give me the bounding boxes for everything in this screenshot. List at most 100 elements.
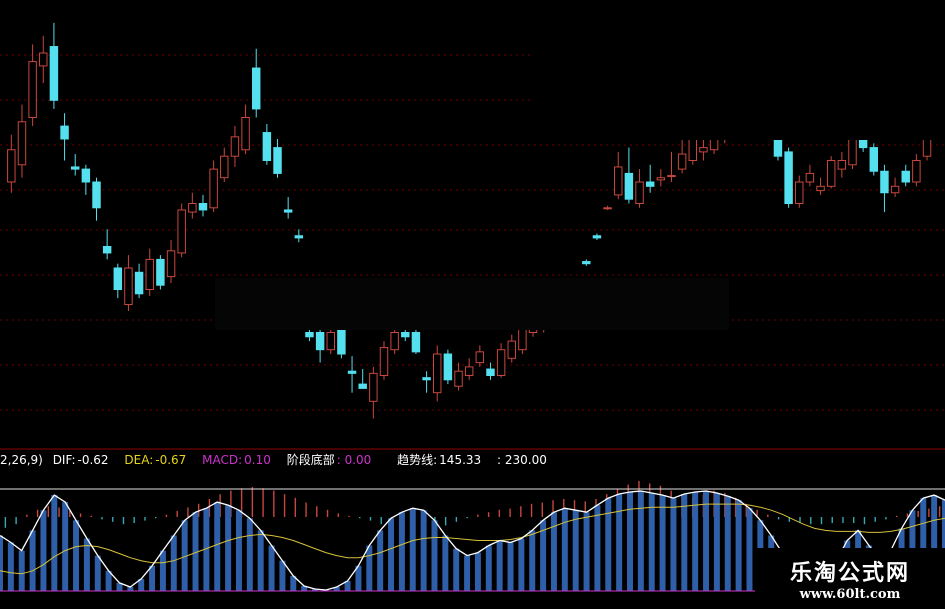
candle-body [305,332,314,338]
candle-body [869,147,879,172]
candle-body [102,246,112,254]
candle [443,349,453,385]
candle-body [390,332,399,351]
candle [667,151,676,182]
candle [912,154,921,187]
dif-readout: DIF: -0.62 [53,453,115,467]
trend-value: 145.33 [439,453,482,467]
candle [145,248,154,296]
candle-body [645,181,655,187]
watermark-name: 乐淘公式网 [789,560,910,586]
redaction-block-top-right [534,0,945,140]
candle-body [113,267,123,290]
candle [635,169,644,208]
candle [890,177,900,198]
candle-body [220,155,229,179]
indicator-params: 2,26,9) [0,453,43,467]
redaction-block-middle [215,278,729,330]
candle [7,134,16,193]
candle [369,366,378,419]
candle-body [379,347,389,376]
candle-body [92,181,101,209]
level-readout: : 230.00 [497,453,547,467]
candle-body [464,366,474,376]
candle-body [795,181,804,204]
candle [826,156,836,189]
candle-body [656,177,666,181]
candle [677,139,687,174]
candle [869,143,879,176]
candle [113,263,123,299]
bottom-label: 阶段底部 [286,453,335,467]
candle-body [784,151,793,204]
candle [177,203,186,258]
candle [347,356,357,393]
candle [699,139,708,161]
candle-body [166,250,176,278]
candle-body [880,170,889,194]
candle [220,147,229,182]
candle [582,259,591,266]
candle-body [454,370,463,387]
candle-body [81,168,91,183]
candle-body [624,172,634,200]
candle [379,341,389,380]
candle-body [198,203,208,211]
candle [656,169,666,187]
candle [49,22,59,109]
candle-body [901,170,910,183]
candle-body [145,258,154,290]
candle [209,160,218,213]
candle-body [411,332,421,353]
candle-body [699,147,708,153]
bottom-value: : 0.00 [336,453,372,467]
candle-body [49,46,59,101]
candle [614,151,623,200]
candle [645,164,655,193]
candle-body [230,136,240,157]
candle [475,345,485,367]
candle [507,334,516,363]
candle-body [39,52,48,67]
candle-body [241,117,250,151]
candle-body [614,166,623,196]
macd-label: MACD: [202,453,243,467]
candle-body [347,370,357,374]
candle-body [635,181,644,204]
candle-body [315,332,325,351]
trend-readout: 趋势线: 145.33 [397,453,487,467]
candle-body [816,185,825,192]
candle-body [134,271,144,295]
candle-body [422,377,431,381]
candle [39,35,48,84]
candle [81,164,91,195]
macd-value: 0.10 [244,453,271,467]
candle [496,343,506,378]
candle-body [251,67,261,110]
candle [188,192,197,219]
trend-label: 趋势线: [397,453,438,467]
candle [134,263,144,299]
candle-body [17,121,27,166]
candle [422,371,431,393]
candle-body [507,340,516,359]
candle [433,345,442,402]
candle [358,369,367,389]
candle-body [294,235,304,239]
candle-body [70,166,80,170]
candle [326,326,335,354]
candle-body [209,168,218,209]
candle-body [369,372,378,402]
candle [283,197,293,219]
candle-body [592,235,602,239]
candle [17,104,27,178]
candle-body [401,332,410,338]
candle-body [667,175,676,178]
candle [262,123,272,165]
candle [795,175,804,208]
watermark: 乐淘公式网 www.60lt.com [755,548,945,609]
candle-body [283,209,293,213]
candle [880,164,889,213]
candle [464,358,474,380]
candle-body [486,368,495,376]
